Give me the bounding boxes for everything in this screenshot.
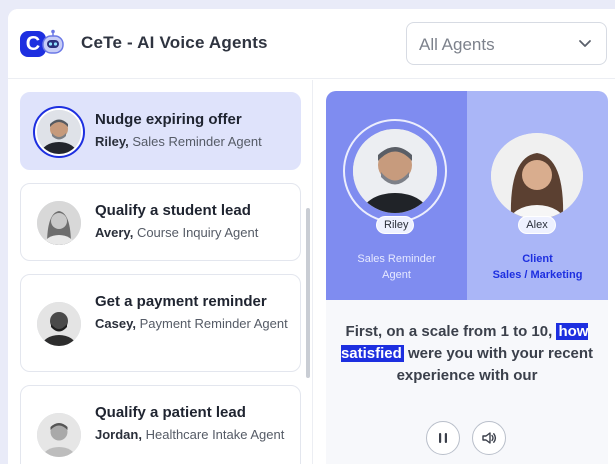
client-role-line: Sales / Marketing — [492, 269, 583, 281]
client-name-pill: Alex — [518, 216, 556, 234]
scenario-card[interactable]: Qualify a patient lead Jordan, Healthcar… — [20, 385, 301, 464]
client-role-label: Client Sales / Marketing — [467, 251, 608, 283]
pause-button[interactable] — [426, 421, 460, 455]
list-scrollbar[interactable] — [306, 208, 310, 378]
scenario-title: Qualify a patient lead — [95, 404, 246, 421]
panel-divider — [312, 80, 313, 464]
agent-filter-select[interactable]: All Agents — [406, 22, 607, 65]
app-logo: C — [20, 29, 68, 59]
scenario-card[interactable]: Nudge expiring offer Riley, Sales Remind… — [20, 92, 301, 170]
scenario-subtitle: Jordan, Healthcare Intake Agent — [95, 426, 290, 444]
agent-role-line: Agent — [382, 269, 411, 281]
scenario-title: Get a payment reminder — [95, 293, 267, 310]
agent-name-pill: Riley — [376, 216, 414, 234]
transcript-after: were you with your recent experience wit… — [396, 345, 594, 384]
avatar — [37, 302, 81, 346]
avatar — [37, 201, 81, 245]
scenario-card[interactable]: Get a payment reminder Casey, Payment Re… — [20, 274, 301, 372]
volume-button[interactable] — [472, 421, 506, 455]
app-header: C CeTe - AI Voice Agents All Agents — [8, 9, 615, 79]
agent-role: Course Inquiry Agent — [136, 225, 259, 240]
agent-name: Avery, — [95, 225, 134, 240]
scenario-title: Nudge expiring offer — [95, 111, 242, 128]
transcript-before: First, on a scale from 1 to 10, — [345, 323, 553, 340]
avatar — [37, 413, 81, 457]
scenario-list: Nudge expiring offer Riley, Sales Remind… — [8, 80, 313, 464]
client-avatar — [491, 133, 583, 219]
scenario-subtitle: Riley, Sales Reminder Agent — [95, 133, 290, 151]
agent-role: Payment Reminder Agent — [139, 316, 288, 331]
pause-icon — [439, 433, 447, 443]
scenario-subtitle: Avery, Course Inquiry Agent — [95, 224, 290, 242]
agent-name: Casey, — [95, 316, 136, 331]
agent-role-label: Sales Reminder Agent — [326, 251, 467, 283]
app-window: C CeTe - AI Voice Agents All Agents Nudg… — [8, 9, 615, 464]
client-role-line: Client — [522, 253, 553, 265]
agent-filter-value: All Agents — [419, 35, 495, 54]
app-title: CeTe - AI Voice Agents — [81, 33, 268, 52]
agent-role: Sales Reminder Agent — [132, 134, 262, 149]
live-transcript: First, on a scale from 1 to 10, how sati… — [336, 321, 598, 387]
scenario-subtitle: Casey, Payment Reminder Agent — [95, 315, 290, 333]
avatar — [37, 110, 81, 154]
call-panel: Riley Sales Reminder Agent Alex Client S… — [326, 91, 608, 464]
agent-role: Healthcare Intake Agent — [145, 427, 285, 442]
agent-avatar — [353, 129, 437, 213]
agent-name: Jordan, — [95, 427, 142, 442]
speaker-icon — [482, 432, 497, 444]
agent-role-line: Sales Reminder — [357, 253, 436, 265]
scenario-title: Qualify a student lead — [95, 202, 251, 219]
agent-name: Riley, — [95, 134, 129, 149]
chevron-down-icon — [579, 40, 591, 47]
robot-icon — [42, 29, 64, 54]
scenario-card[interactable]: Qualify a student lead Avery, Course Inq… — [20, 183, 301, 261]
